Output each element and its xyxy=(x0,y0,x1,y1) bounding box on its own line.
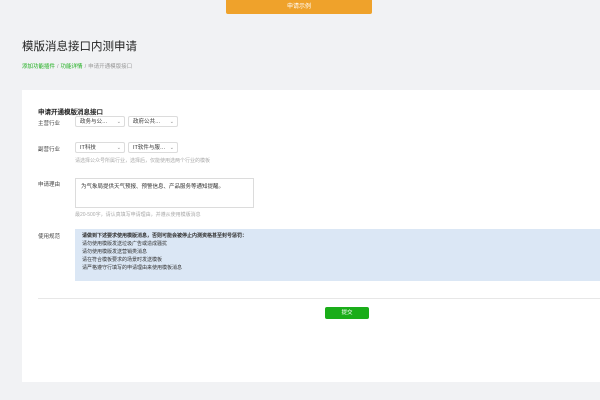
primary-industry-select-1-value: 政务与公… xyxy=(80,119,108,125)
breadcrumb: 添加功能插件 / 功能详情 / 申请开通模版接口 xyxy=(22,62,132,70)
breadcrumb-item-current: 申请开通模版接口 xyxy=(88,64,133,70)
divider xyxy=(38,298,600,299)
chevron-down-icon: ⌄ xyxy=(116,145,121,151)
chevron-down-icon: ⌄ xyxy=(169,145,174,151)
notice-line: 请严格遵守行填写的申请理由来使用模板消息 xyxy=(82,265,183,271)
secondary-industry-label: 副营行业 xyxy=(38,147,61,153)
notice-label: 使用规范 xyxy=(38,234,61,240)
secondary-industry-select-1[interactable]: IT科技 ⌄ xyxy=(75,142,125,153)
notice-line: 请勿使用模版发送垃圾广告或造成骚扰 xyxy=(82,241,168,247)
secondary-industry-select-2[interactable]: IT软件与服… ⌄ xyxy=(128,142,178,153)
usage-notice-box: 请做到下述要求使用模版消息，否则可能会被停止内测资格甚至封号惩罚： 请勿使用模版… xyxy=(75,229,600,281)
primary-industry-select-2[interactable]: 政府公共… ⌄ xyxy=(128,116,178,127)
secondary-industry-hint: 请选择公众号所属行业，选择后，仅能使用选两个行业的模板 xyxy=(75,158,211,164)
reason-label: 申请理由 xyxy=(38,182,61,188)
primary-industry-label: 主营行业 xyxy=(38,121,61,127)
top-tab[interactable]: 申请示例 xyxy=(226,0,372,14)
chevron-down-icon: ⌄ xyxy=(169,119,174,125)
breadcrumb-item-details[interactable]: 功能详情 xyxy=(61,64,83,70)
notice-line: 请在符合模板要求的场景时发送模板 xyxy=(82,257,163,263)
breadcrumb-separator: / xyxy=(84,64,87,70)
section-title: 申请开通模版消息接口 xyxy=(38,109,103,116)
page-title: 模版消息接口内测申请 xyxy=(22,41,137,53)
primary-industry-select-1[interactable]: 政务与公… ⌄ xyxy=(75,116,125,127)
primary-industry-select-2-value: 政府公共… xyxy=(133,119,161,125)
notice-line: 请勿使用模版发送营销类消息 xyxy=(82,249,148,255)
notice-header: 请做到下述要求使用模版消息，否则可能会被停止内测资格甚至封号惩罚： xyxy=(82,233,248,239)
reason-hint: 最20-500字，请认真填写申请理由，并遵从使用模版消息 xyxy=(75,212,201,218)
submit-button[interactable]: 提交 xyxy=(325,307,369,319)
breadcrumb-item-plugins[interactable]: 添加功能插件 xyxy=(22,64,55,70)
reason-textarea[interactable]: 为气象局提供天气预报、预警信息、产品服务等通知提醒。 xyxy=(75,178,254,208)
secondary-industry-select-2-value: IT软件与服… xyxy=(133,145,166,151)
chevron-down-icon: ⌄ xyxy=(116,119,121,125)
secondary-industry-select-1-value: IT科技 xyxy=(80,145,96,151)
application-form-card: 申请开通模版消息接口 主营行业 政务与公… ⌄ 政府公共… ⌄ 副营行业 IT科… xyxy=(22,90,600,382)
breadcrumb-separator: / xyxy=(57,64,59,70)
